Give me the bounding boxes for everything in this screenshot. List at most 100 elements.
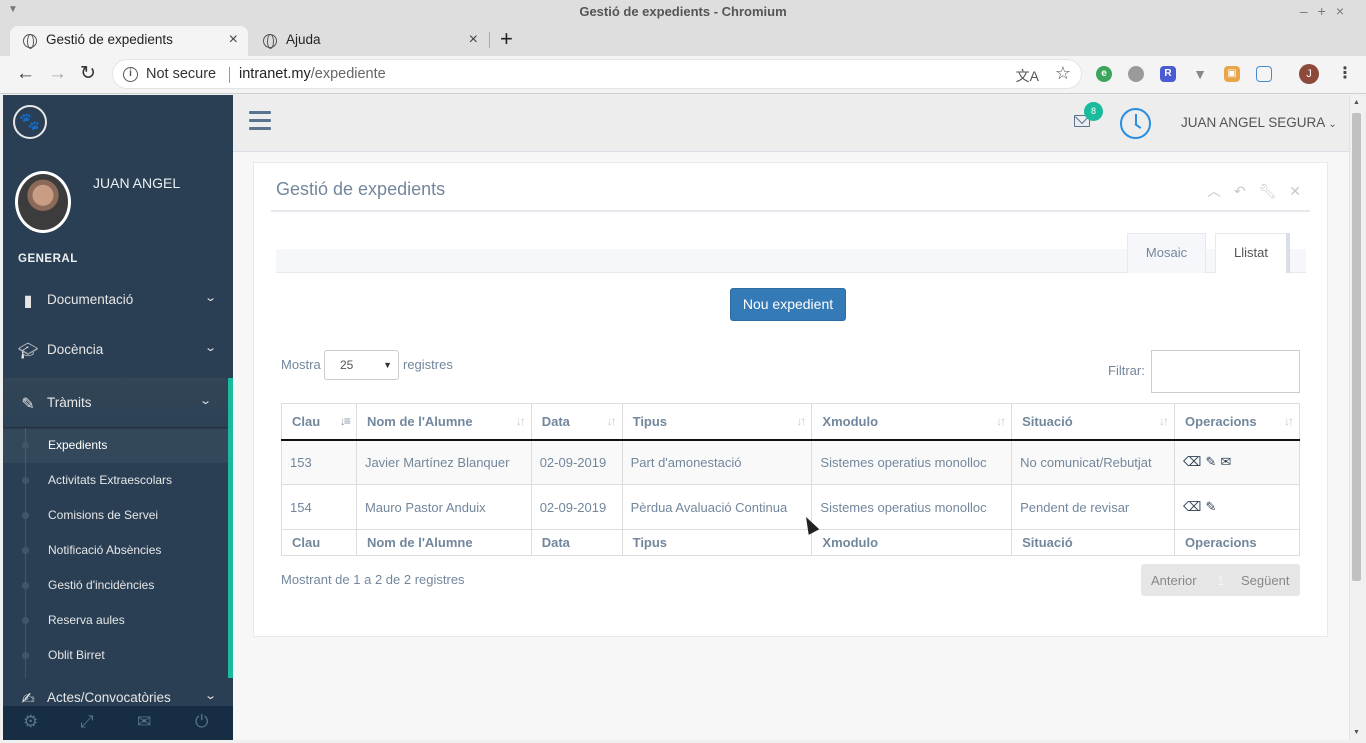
fullscreen-icon[interactable]: ⤢ xyxy=(80,712,94,732)
table-row[interactable]: 154 Mauro Pastor Anduix 02-09-2019 Pèrdu… xyxy=(281,484,1300,530)
table-row[interactable]: 153 Javier Martínez Blanquer 02-09-2019 … xyxy=(281,439,1300,485)
menu-section-title: GENERAL xyxy=(18,253,78,265)
column-header-operacions[interactable]: Operacions ↓↑ xyxy=(1174,403,1300,441)
pagination-previous[interactable]: Anterior xyxy=(1151,573,1197,588)
sort-icon: ↓↑ xyxy=(606,414,617,428)
sort-icon: ↓↑ xyxy=(796,414,806,428)
pagination-page[interactable]: 1 xyxy=(1217,573,1224,588)
submenu-item-activitats[interactable]: Activitats Extraescolars xyxy=(3,463,228,498)
extension-bulb-icon[interactable] xyxy=(1128,66,1144,82)
submenu-item-incidencies[interactable]: Gestió d'incidències xyxy=(3,568,228,603)
length-suffix: registres xyxy=(403,357,453,372)
column-header-xmodulo[interactable]: Xmodulo ↓↑ xyxy=(811,403,1013,441)
new-tab-icon[interactable]: + xyxy=(500,26,513,52)
edit-icon[interactable]: ✎ xyxy=(1205,499,1216,514)
tab-ajuda[interactable]: Ajuda × xyxy=(250,26,488,56)
clock-icon[interactable] xyxy=(1120,108,1151,139)
column-header-label: Clau xyxy=(292,413,321,429)
column-header-label: Xmodulo xyxy=(822,413,879,429)
filter-input[interactable] xyxy=(1151,350,1300,393)
user-dropdown-label: JUAN ANGEL SEGURA xyxy=(1181,115,1325,130)
column-header-clau[interactable]: Clau ↓≡ xyxy=(281,403,357,441)
submenu-item-notificacio[interactable]: Notificació Absències xyxy=(3,533,228,568)
bookmark-star-icon[interactable]: ☆ xyxy=(1055,63,1071,84)
browser-toolbar: ← → ↻ i Not secure intranet.my/expedient… xyxy=(0,56,1366,94)
power-icon[interactable]: ⏻ xyxy=(195,712,208,732)
settings-gear-icon[interactable]: ⚙ xyxy=(23,712,38,732)
eraser-icon[interactable]: ⌫ xyxy=(1183,454,1201,469)
pagination-next[interactable]: Següent xyxy=(1241,573,1289,588)
tab-mosaic[interactable]: Mosaic xyxy=(1127,233,1206,273)
sidebar-user-name: JUAN ANGEL xyxy=(93,175,181,191)
envelope-icon[interactable]: ✉ xyxy=(137,712,151,732)
translate-icon[interactable]: 文A xyxy=(1016,66,1039,86)
sort-icon: ↓↑ xyxy=(996,414,1006,428)
tab-gestio-expedients[interactable]: Gestió de expedients × xyxy=(10,26,248,56)
new-expedient-button[interactable]: Nou expedient xyxy=(730,288,846,321)
paw-logo-icon[interactable]: 🐾 xyxy=(13,105,47,139)
url-text[interactable]: intranet.my/expediente xyxy=(239,66,386,82)
column-header-data[interactable]: Data ↓↑ xyxy=(530,403,623,441)
expedients-panel: Gestió de expedients ︿ ↶ 🔧︎ ✕ Mosaic Lli… xyxy=(253,162,1328,637)
sidebar-item-documentacio[interactable]: ▮ Documentació ⌄ xyxy=(3,275,233,325)
wrench-icon[interactable]: 🔧︎ xyxy=(1259,183,1277,199)
filter-label: Filtrar: xyxy=(1108,363,1145,378)
info-icon[interactable]: i xyxy=(123,67,138,82)
scrollbar-thumb[interactable] xyxy=(1352,113,1361,581)
collapse-icon[interactable]: ︿ xyxy=(1207,183,1221,199)
table-header-row: Clau ↓≡ Nom de l'Alumne ↓↑ Data ↓↑ Tipus ↓↑ … xyxy=(281,403,1300,441)
submenu-item-oblit[interactable]: Oblit Birret xyxy=(3,638,228,673)
column-header-label: Operacions xyxy=(1185,413,1257,429)
address-bar[interactable]: i Not secure intranet.my/expediente 文A ☆ xyxy=(112,59,1082,89)
extension-doc-icon[interactable] xyxy=(1256,66,1272,82)
window-menu-icon[interactable]: ▼ xyxy=(8,4,18,15)
reload-icon[interactable]: ↻ xyxy=(80,62,96,86)
column-header-label: Data xyxy=(541,413,570,429)
undo-icon[interactable]: ↶ xyxy=(1234,183,1246,199)
browser-menu-icon[interactable]: ⋮ xyxy=(1337,63,1353,83)
column-header-nom[interactable]: Nom de l'Alumne ↓↑ xyxy=(355,403,532,441)
page-length-select[interactable]: 25 ▼ xyxy=(324,350,399,380)
column-header-tipus[interactable]: Tipus ↓↑ xyxy=(621,403,813,441)
cell-operacions: ⌫ ✎ xyxy=(1174,484,1300,530)
page-scrollbar[interactable]: ▲ ▼ xyxy=(1349,95,1363,740)
extension-r-icon[interactable]: R xyxy=(1160,66,1176,82)
close-icon[interactable]: ✕ xyxy=(1289,183,1301,199)
close-tab-icon[interactable]: × xyxy=(229,26,238,54)
table-info: Mostrant de 1 a 2 de 2 registres xyxy=(281,572,465,587)
close-tab-icon[interactable]: × xyxy=(469,26,478,54)
window-controls[interactable]: –+× xyxy=(1300,3,1354,19)
user-dropdown[interactable]: JUAN ANGEL SEGURA ⌄ xyxy=(1181,115,1337,130)
extension-v-icon[interactable]: ▼ xyxy=(1192,66,1208,82)
forward-icon[interactable]: → xyxy=(48,62,67,86)
menu-toggle-icon[interactable] xyxy=(249,111,271,135)
scroll-down-icon[interactable]: ▼ xyxy=(1353,729,1360,736)
cell-tipus: Pèrdua Avaluació Continua xyxy=(621,484,813,530)
sort-icon: ↓↑ xyxy=(515,414,526,428)
column-header-situacio[interactable]: Situació ↓↑ xyxy=(1011,403,1176,441)
submenu-item-comisions[interactable]: Comisions de Servei xyxy=(3,498,228,533)
cell-nom: Mauro Pastor Anduix xyxy=(355,484,532,530)
profile-avatar[interactable]: J xyxy=(1299,64,1319,84)
chevron-down-icon: ⌄ xyxy=(203,342,217,354)
sidebar-item-docencia[interactable]: 🎓︎ Docència ⌄ xyxy=(3,325,233,375)
submenu-item-expedients[interactable]: Expedients xyxy=(3,428,228,463)
tab-llistat[interactable]: Llistat xyxy=(1215,233,1290,273)
table-footer-row: Clau Nom de l'Alumne Data Tipus Xmodulo … xyxy=(281,529,1300,556)
mail-count-badge: 8 xyxy=(1084,102,1103,121)
evernote-extension-icon[interactable]: e xyxy=(1096,66,1112,82)
panel-divider xyxy=(271,210,1310,212)
scroll-up-icon[interactable]: ▲ xyxy=(1353,99,1360,106)
cell-xmodulo: Sistemes operatius monolloc xyxy=(811,439,1013,485)
envelope-icon[interactable]: ✉ xyxy=(1220,454,1231,469)
edit-icon[interactable]: ✎ xyxy=(1205,454,1216,469)
sidebar-item-tramits[interactable]: ✎ Tràmits ⌄ xyxy=(3,378,233,428)
cell-nom: Javier Martínez Blanquer xyxy=(355,439,532,485)
eraser-icon[interactable]: ⌫ xyxy=(1183,499,1201,514)
submenu-item-reserva[interactable]: Reserva aules xyxy=(3,603,228,638)
back-icon[interactable]: ← xyxy=(16,62,35,86)
globe-icon xyxy=(263,34,277,49)
page-length-value: 25 xyxy=(340,358,354,372)
extension-box-icon[interactable]: ▣ xyxy=(1224,66,1240,82)
chevron-down-icon: ⌄ xyxy=(203,690,217,702)
